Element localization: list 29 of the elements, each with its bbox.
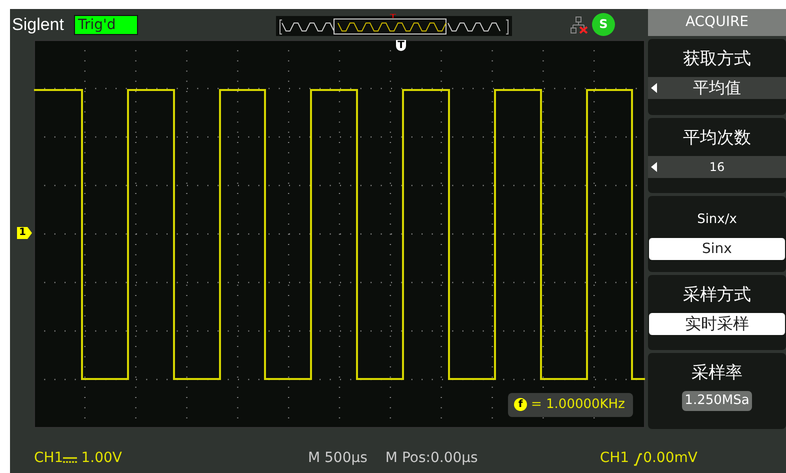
trigger-status: Trig'd <box>74 14 138 34</box>
menu-value-selector[interactable]: 16 <box>648 156 786 178</box>
frequency-value: = 1.00000KHz <box>531 396 625 414</box>
menu-option[interactable]: Sinx <box>649 238 785 260</box>
status-badge: S <box>594 15 613 34</box>
channel-label: CH1 <box>34 449 64 468</box>
rising-edge-icon <box>633 453 644 466</box>
menu-value-selector[interactable]: 平均值 <box>648 77 786 99</box>
horizontal-position: M Pos:0.00µs <box>385 449 478 468</box>
network-disconnected-icon <box>570 16 588 34</box>
dc-coupling-icon <box>63 455 78 465</box>
channel-marker: 1 <box>17 227 32 239</box>
menu-option[interactable]: 实时采样 <box>649 312 785 335</box>
trigger-position-marker: T <box>396 40 406 51</box>
menu-label: 采样方式 <box>683 284 751 307</box>
menu-label: 获取方式 <box>683 48 751 71</box>
trigger-level: 0.00mV <box>643 449 698 468</box>
menu-label: 采样率 <box>692 362 742 386</box>
left-arrow-icon <box>651 162 657 172</box>
brand-name: Siglent <box>12 14 64 36</box>
menu-title: ACQUIRE <box>648 9 786 36</box>
frequency-badge: f <box>514 398 527 412</box>
trigger-channel: CH1 <box>600 449 630 468</box>
channel-scale: 1.00V <box>81 449 122 468</box>
menu-label: Sinx/x <box>697 211 737 230</box>
menu-readout: 1.250MSa <box>682 391 752 412</box>
timebase: M 500µs <box>308 449 368 468</box>
menu-label: 平均次数 <box>683 126 751 150</box>
left-arrow-icon <box>651 83 657 93</box>
